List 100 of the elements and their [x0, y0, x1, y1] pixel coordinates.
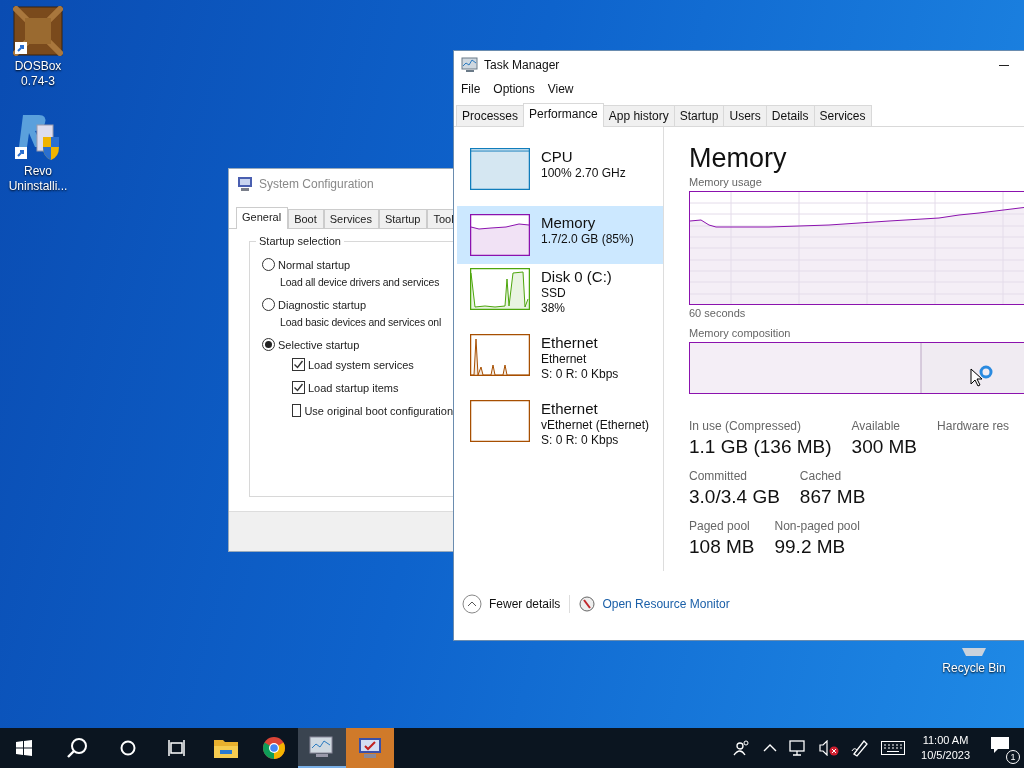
- resource-monitor-icon[interactable]: [579, 596, 596, 612]
- resource-item[interactable]: Memory 1.7/2.0 GB (85%): [457, 206, 663, 264]
- usage-graph: [470, 334, 530, 376]
- resource-detail: S: 0 R: 0 Kbps: [541, 367, 619, 382]
- task-manager-icon: [309, 736, 335, 758]
- radio-button[interactable]: Diagnostic startup: [262, 298, 453, 311]
- usage-graph: [470, 148, 530, 190]
- tab[interactable]: App history: [602, 105, 675, 126]
- resource-detail: 100% 2.70 GHz: [541, 166, 626, 181]
- volume-muted-icon[interactable]: [819, 740, 840, 756]
- checkbox[interactable]: Load startup items: [292, 381, 453, 394]
- checkbox[interactable]: Use original boot configuration: [292, 404, 453, 417]
- taskbar-button[interactable]: [346, 728, 394, 768]
- stat-value: 108 MB: [689, 535, 755, 559]
- checkbox[interactable]: Load system services: [292, 358, 453, 371]
- window-title: System Configuration: [259, 177, 374, 191]
- check-icon: [293, 382, 304, 393]
- resource-detail: Ethernet: [541, 352, 588, 367]
- msconfig-icon: [358, 737, 382, 759]
- resource-name: Memory: [541, 214, 597, 232]
- usage-graph: [470, 214, 530, 256]
- check-icon: [293, 359, 304, 370]
- chevron-up-icon[interactable]: [763, 744, 778, 752]
- browser-icon: [262, 736, 286, 760]
- option-description: Load all device drivers and services: [280, 277, 441, 288]
- busy-cursor-icon: [970, 365, 994, 387]
- clock-date[interactable]: 10/5/2023: [921, 748, 970, 763]
- tab[interactable]: Services: [323, 209, 379, 228]
- tab[interactable]: Details: [765, 105, 815, 126]
- collapse-icon[interactable]: [462, 594, 482, 614]
- stat-label: In use (Compressed): [689, 418, 803, 434]
- circle-icon[interactable]: [120, 740, 136, 756]
- tab[interactable]: Tool: [427, 209, 453, 228]
- chart-label: Memory usage: [689, 175, 763, 189]
- tab[interactable]: Services: [813, 105, 872, 126]
- network-icon[interactable]: [789, 740, 808, 756]
- task-view-icon[interactable]: [168, 740, 186, 756]
- resource-name: Ethernet: [541, 400, 599, 418]
- resource-detail: vEthernet (Ethernet): [541, 418, 650, 433]
- stat-label: Paged pool: [689, 518, 751, 534]
- window-title: Task Manager: [484, 58, 560, 72]
- radio-button[interactable]: Selective startup: [262, 338, 453, 351]
- msconfig-icon: [237, 176, 253, 192]
- stat-label: Non-paged pool: [774, 518, 860, 534]
- stat-value: 99.2 MB: [774, 535, 847, 559]
- tab[interactable]: Performance: [523, 103, 604, 127]
- stat-value: 867 MB: [799, 485, 866, 509]
- chart-label: Memory composition: [689, 326, 792, 340]
- stat-label: Cached: [799, 468, 843, 484]
- tab[interactable]: General: [236, 207, 289, 229]
- resource-item[interactable]: Disk 0 (C:) SSD 38%: [457, 266, 663, 324]
- resource-detail: S: 0 R: 0 Kbps: [541, 433, 620, 448]
- desktop-icon-label[interactable]: Revo Uninstalli...: [2, 164, 74, 194]
- notification-icon[interactable]: [990, 736, 1010, 754]
- option-description: Load basic devices and services onl: [280, 317, 443, 328]
- search-icon[interactable]: [66, 737, 88, 759]
- resource-detail: 38%: [541, 301, 567, 316]
- minimize-icon[interactable]: [999, 65, 1009, 67]
- stat-value: 3.0/3.4 GB: [689, 485, 780, 509]
- start-icon[interactable]: [16, 740, 32, 756]
- usage-graph: [470, 400, 530, 442]
- stat-label: Available: [851, 418, 902, 434]
- group-title: Startup selection: [256, 235, 344, 247]
- tab[interactable]: Startup: [673, 105, 725, 126]
- resource-name: CPU: [541, 148, 574, 166]
- task-manager-icon: [461, 57, 479, 73]
- time-axis-label: 60 seconds: [689, 306, 747, 320]
- menu-item[interactable]: File: [461, 82, 481, 96]
- resource-name: Ethernet: [541, 334, 599, 352]
- pen-icon[interactable]: [851, 739, 870, 757]
- resource-item[interactable]: Ethernet vEthernet (Ethernet) S: 0 R: 0 Kbps: [457, 398, 663, 456]
- stat-label: Hardware res: [937, 418, 1010, 434]
- fewer-details-button[interactable]: Fewer details: [489, 597, 561, 611]
- tab[interactable]: Startup: [378, 209, 428, 228]
- radio-button[interactable]: Normal startup: [262, 258, 453, 271]
- usage-graph: [470, 268, 530, 310]
- tab[interactable]: Processes: [456, 105, 525, 126]
- resource-item[interactable]: Ethernet Ethernet S: 0 R: 0 Kbps: [457, 332, 663, 390]
- menu-item[interactable]: Options: [493, 82, 535, 96]
- dosbox-icon[interactable]: [13, 6, 63, 56]
- stat-value: 1.1 GB (136 MB): [689, 435, 832, 459]
- open-resource-monitor-link[interactable]: Open Resource Monitor: [602, 597, 730, 611]
- taskbar-button[interactable]: [298, 728, 346, 768]
- notification-badge: 1: [1006, 750, 1020, 764]
- resource-detail: SSD: [541, 286, 567, 301]
- desktop-icon-label[interactable]: Recycle Bin: [938, 661, 1010, 676]
- stat-label: Committed: [689, 468, 748, 484]
- clock-time[interactable]: 11:00 AM: [922, 733, 969, 748]
- tab[interactable]: Users: [723, 105, 767, 126]
- keyboard-icon[interactable]: [881, 741, 906, 755]
- detail-title: Memory: [689, 142, 788, 175]
- resource-detail: 1.7/2.0 GB (85%): [541, 232, 634, 247]
- menu-item[interactable]: View: [547, 82, 574, 96]
- resource-name: Disk 0 (C:): [541, 268, 612, 286]
- desktop-icon-label[interactable]: DOSBox 0.74-3: [2, 59, 74, 89]
- resource-item[interactable]: CPU 100% 2.70 GHz: [457, 146, 663, 204]
- tab[interactable]: Boot: [288, 209, 324, 228]
- stat-value: 300 MB: [851, 435, 918, 459]
- folder-icon: [214, 738, 238, 758]
- people-icon[interactable]: [733, 740, 752, 756]
